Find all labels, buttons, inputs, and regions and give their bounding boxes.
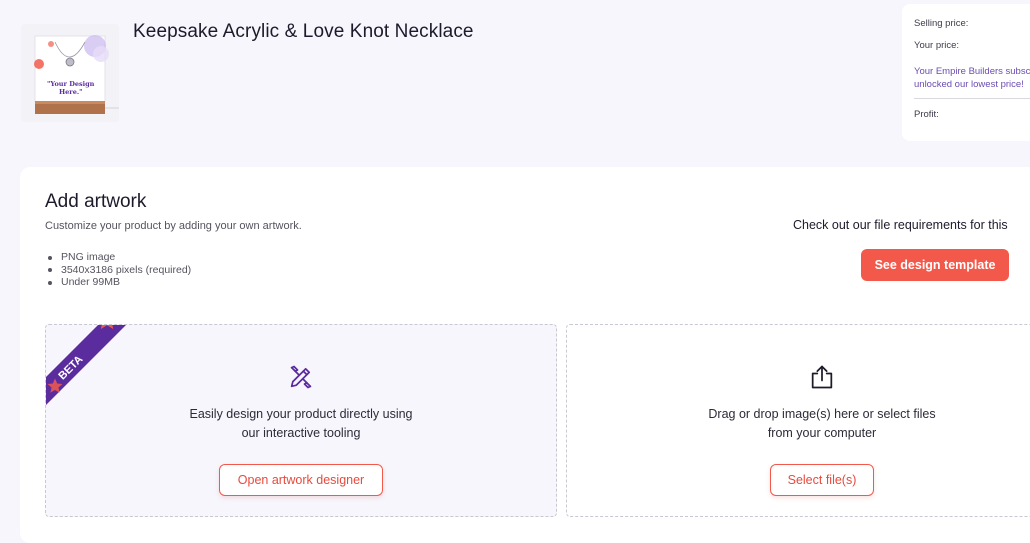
designer-panel-text-line2: our interactive tooling — [241, 426, 361, 440]
subscription-note-line1: Your Empire Builders subsc — [914, 66, 1030, 77]
your-price-label: Your price: — [914, 40, 960, 51]
upload-icon — [811, 365, 833, 389]
designer-panel-text-line1: Easily design your product directly usin… — [189, 407, 413, 421]
upload-panel-text: Drag or drop image(s) here or select fil… — [672, 405, 972, 443]
requirement-item: 3540x3186 pixels (required) — [45, 264, 191, 277]
upload-panel-text-line1: Drag or drop image(s) here or select fil… — [708, 407, 936, 421]
add-artwork-title: Add artwork — [45, 191, 147, 212]
product-thumbnail: "Your Design Here." — [21, 24, 119, 122]
file-requirements-list: PNG image 3540x3186 pixels (required) Un… — [45, 251, 191, 289]
add-artwork-card: Add artwork Customize your product by ad… — [20, 167, 1030, 543]
open-artwork-designer-button[interactable]: Open artwork designer — [219, 464, 383, 496]
price-divider — [914, 98, 1030, 99]
select-files-button[interactable]: Select file(s) — [770, 464, 874, 496]
file-upload-dropzone[interactable]: Drag or drop image(s) here or select fil… — [566, 324, 1030, 517]
profit-label: Profit: — [914, 109, 939, 120]
requirement-item: Under 99MB — [45, 276, 191, 289]
star-icon — [100, 325, 114, 329]
see-design-template-button[interactable]: See design template — [861, 249, 1009, 281]
requirement-item: PNG image — [45, 251, 191, 264]
artwork-designer-panel: BETA Easily design your product directly… — [45, 324, 557, 517]
selling-price-label: Selling price: — [914, 18, 969, 29]
thumbnail-caption-line2: Here." — [59, 88, 83, 96]
product-image: "Your Design Here." — [21, 24, 119, 122]
price-summary-card: Selling price: Your price: Your Empire B… — [902, 4, 1030, 141]
design-tools-icon — [290, 365, 312, 389]
product-title: Keepsake Acrylic & Love Knot Necklace — [133, 21, 474, 42]
add-artwork-subtitle: Customize your product by adding your ow… — [45, 220, 302, 232]
file-requirements-hint: Check out our file requirements for this — [793, 218, 1008, 232]
subscription-note-line2: unlocked our lowest price! — [914, 79, 1024, 90]
upload-panel-text-line2: from your computer — [767, 426, 877, 440]
star-icon — [47, 378, 63, 393]
thumbnail-caption-line1: "Your Design — [47, 80, 95, 88]
designer-panel-text: Easily design your product directly usin… — [151, 405, 451, 443]
